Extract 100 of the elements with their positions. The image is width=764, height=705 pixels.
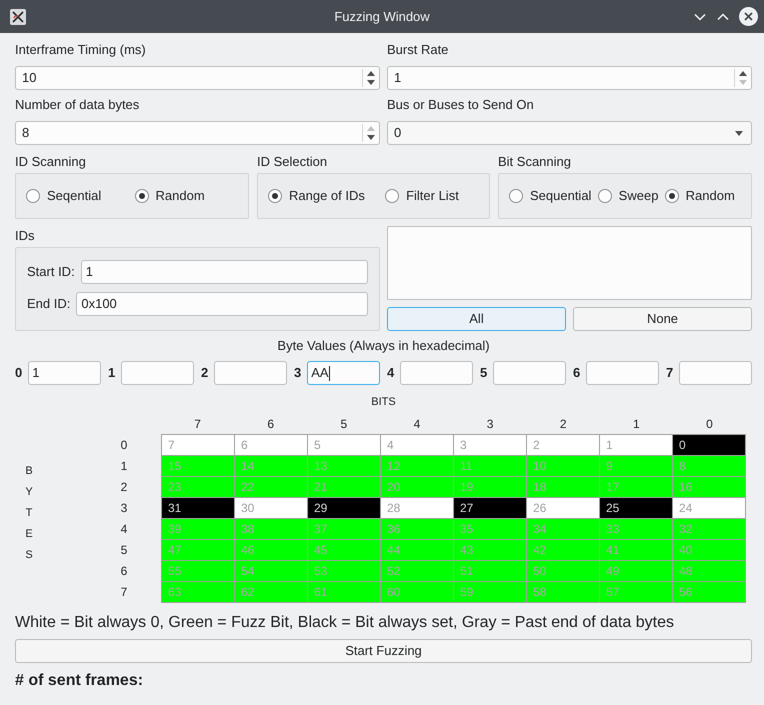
- byte-input[interactable]: [586, 361, 659, 385]
- bit-cell[interactable]: 21: [308, 477, 381, 498]
- close-icon[interactable]: [739, 7, 758, 26]
- bit-cell[interactable]: 59: [454, 582, 527, 603]
- bit-cell[interactable]: 5: [308, 435, 381, 456]
- bit-cell[interactable]: 36: [381, 519, 454, 540]
- list-select-button[interactable]: All: [387, 307, 566, 331]
- bit-cell[interactable]: 19: [454, 477, 527, 498]
- id-input[interactable]: 1: [80, 260, 368, 284]
- bit-cell[interactable]: 44: [381, 540, 454, 561]
- bit-cell[interactable]: 23: [162, 477, 235, 498]
- start-fuzzing-button[interactable]: Start Fuzzing: [15, 639, 752, 663]
- bit-cell[interactable]: 0: [673, 435, 746, 456]
- byte-input[interactable]: AA: [307, 361, 380, 385]
- bit-cell[interactable]: 22: [235, 477, 308, 498]
- spin-box[interactable]: 1: [387, 66, 752, 90]
- radio-button[interactable]: [134, 189, 149, 203]
- byte-input[interactable]: [214, 361, 287, 385]
- byte-input[interactable]: [679, 361, 752, 385]
- bit-cell[interactable]: 37: [308, 519, 381, 540]
- bit-cell[interactable]: 1: [600, 435, 673, 456]
- radio-label[interactable]: Sweep: [618, 186, 658, 206]
- radio-button[interactable]: [598, 189, 612, 203]
- bit-cell[interactable]: 8: [673, 456, 746, 477]
- spin-box[interactable]: 10: [15, 66, 380, 90]
- bit-cell[interactable]: 7: [162, 435, 235, 456]
- bit-cell[interactable]: 49: [600, 561, 673, 582]
- byte-input[interactable]: [493, 361, 566, 385]
- bit-cell[interactable]: 40: [673, 540, 746, 561]
- bit-cell[interactable]: 41: [600, 540, 673, 561]
- bit-cell[interactable]: 46: [235, 540, 308, 561]
- bit-cell[interactable]: 53: [308, 561, 381, 582]
- down-arrow-icon[interactable]: [367, 80, 375, 85]
- radio-label[interactable]: Sequential: [530, 186, 592, 206]
- bit-cell[interactable]: 4: [381, 435, 454, 456]
- bit-cell[interactable]: 17: [600, 477, 673, 498]
- radio-label[interactable]: Filter List: [406, 186, 459, 206]
- bit-cell[interactable]: 29: [308, 498, 381, 519]
- bus-dropdown[interactable]: 0: [387, 121, 752, 145]
- bit-cell[interactable]: 32: [673, 519, 746, 540]
- byte-input[interactable]: 1: [28, 361, 101, 385]
- radio-button[interactable]: [26, 189, 40, 203]
- radio-button[interactable]: [509, 189, 523, 203]
- spin-box[interactable]: 8: [15, 121, 380, 145]
- bit-cell[interactable]: 56: [673, 582, 746, 603]
- bit-cell[interactable]: 12: [381, 456, 454, 477]
- bit-cell[interactable]: 58: [527, 582, 600, 603]
- bit-cell[interactable]: 16: [673, 477, 746, 498]
- filter-list-box[interactable]: [387, 226, 752, 300]
- radio-button[interactable]: [664, 189, 679, 203]
- bit-cell[interactable]: 2: [527, 435, 600, 456]
- bit-cell[interactable]: 13: [308, 456, 381, 477]
- bit-cell[interactable]: 3: [454, 435, 527, 456]
- bit-cell[interactable]: 52: [381, 561, 454, 582]
- radio-label[interactable]: Seqential: [47, 186, 102, 206]
- byte-input[interactable]: [121, 361, 194, 385]
- bit-cell[interactable]: 48: [673, 561, 746, 582]
- bit-cell[interactable]: 60: [381, 582, 454, 603]
- radio-button[interactable]: [268, 189, 282, 203]
- bit-cell[interactable]: 47: [162, 540, 235, 561]
- byte-input[interactable]: [400, 361, 473, 385]
- bit-cell[interactable]: 11: [454, 456, 527, 477]
- radio-label[interactable]: Random: [156, 186, 205, 206]
- bit-cell[interactable]: 63: [162, 582, 235, 603]
- bit-cell[interactable]: 43: [454, 540, 527, 561]
- down-arrow-icon[interactable]: [367, 135, 375, 140]
- bit-cell[interactable]: 26: [527, 498, 600, 519]
- radio-label[interactable]: Random: [686, 186, 735, 206]
- bit-cell[interactable]: 57: [600, 582, 673, 603]
- bit-cell[interactable]: 10: [527, 456, 600, 477]
- bit-cell[interactable]: 33: [600, 519, 673, 540]
- bit-cell[interactable]: 6: [235, 435, 308, 456]
- bit-cell[interactable]: 45: [308, 540, 381, 561]
- bit-cell[interactable]: 55: [162, 561, 235, 582]
- bit-cell[interactable]: 25: [600, 498, 673, 519]
- bit-cell[interactable]: 38: [235, 519, 308, 540]
- bit-cell[interactable]: 50: [527, 561, 600, 582]
- bit-cell[interactable]: 42: [527, 540, 600, 561]
- bit-cell[interactable]: 61: [308, 582, 381, 603]
- bit-cell[interactable]: 18: [527, 477, 600, 498]
- bit-cell[interactable]: 20: [381, 477, 454, 498]
- bit-cell[interactable]: 9: [600, 456, 673, 477]
- bit-cell[interactable]: 31: [162, 498, 235, 519]
- bit-cell[interactable]: 34: [527, 519, 600, 540]
- bit-cell[interactable]: 35: [454, 519, 527, 540]
- bit-cell[interactable]: 39: [162, 519, 235, 540]
- up-arrow-icon[interactable]: [367, 71, 375, 76]
- bit-cell[interactable]: 15: [162, 456, 235, 477]
- bit-cell[interactable]: 28: [381, 498, 454, 519]
- bit-cell[interactable]: 14: [235, 456, 308, 477]
- bit-cell[interactable]: 54: [235, 561, 308, 582]
- bit-cell[interactable]: 51: [454, 561, 527, 582]
- bit-cell[interactable]: 24: [673, 498, 746, 519]
- bit-cell[interactable]: 30: [235, 498, 308, 519]
- bit-cell[interactable]: 27: [454, 498, 527, 519]
- radio-button[interactable]: [385, 189, 400, 203]
- id-input[interactable]: 0x100: [76, 292, 368, 316]
- up-arrow-icon[interactable]: [739, 71, 747, 76]
- radio-label[interactable]: Range of IDs: [289, 186, 365, 206]
- bit-cell[interactable]: 62: [235, 582, 308, 603]
